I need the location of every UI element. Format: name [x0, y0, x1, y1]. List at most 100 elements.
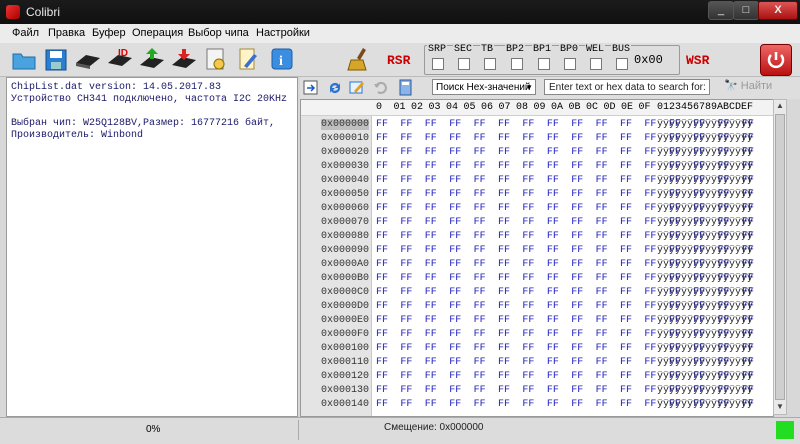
close-button[interactable]: X [758, 1, 798, 20]
hex-ascii[interactable]: ÿÿÿÿÿÿÿÿÿÿÿÿÿÿÿÿ [657, 231, 753, 242]
hex-row[interactable]: 0x000010 FF FF FF FF FF FF FF FF FF FF FF… [301, 131, 773, 145]
info-icon[interactable]: i [268, 46, 296, 73]
menu-settings[interactable]: Настройки [256, 27, 310, 39]
chip-id-icon[interactable]: ID [106, 46, 134, 73]
hex-column-header: 0D [603, 102, 616, 113]
scroll-down-icon[interactable]: ▼ [776, 402, 784, 411]
bit-bp2-checkbox[interactable] [511, 58, 523, 70]
save-icon[interactable] [42, 46, 70, 73]
hex-row[interactable]: 0x0000C0 FF FF FF FF FF FF FF FF FF FF FF… [301, 285, 773, 299]
title-bar[interactable]: Colibri _ □ X [0, 0, 800, 24]
rsr-label[interactable]: RSR [387, 53, 410, 68]
hex-ascii[interactable]: ÿÿÿÿÿÿÿÿÿÿÿÿÿÿÿÿ [657, 175, 753, 186]
hex-ascii[interactable]: ÿÿÿÿÿÿÿÿÿÿÿÿÿÿÿÿ [657, 301, 753, 312]
edit-cells-icon[interactable] [348, 79, 366, 96]
chip-read-icon[interactable] [74, 46, 102, 73]
window-title: Colibri [26, 5, 61, 19]
menu-edit[interactable]: Правка [48, 27, 85, 39]
scroll-thumb[interactable] [775, 114, 785, 400]
calculator-icon[interactable] [396, 79, 414, 96]
hex-row[interactable]: 0x000020 FF FF FF FF FF FF FF FF FF FF FF… [301, 145, 773, 159]
hex-column-header: 04 [446, 102, 459, 113]
hex-ascii[interactable]: ÿÿÿÿÿÿÿÿÿÿÿÿÿÿÿÿ [657, 357, 753, 368]
hex-address: 0x000030 [321, 161, 370, 172]
hex-ascii[interactable]: ÿÿÿÿÿÿÿÿÿÿÿÿÿÿÿÿ [657, 217, 753, 228]
hex-address: 0x000050 [321, 189, 370, 200]
edit-icon[interactable] [234, 46, 262, 73]
hex-row[interactable]: 0x0000E0 FF FF FF FF FF FF FF FF FF FF FF… [301, 313, 773, 327]
hex-row[interactable]: 0x000050 FF FF FF FF FF FF FF FF FF FF FF… [301, 187, 773, 201]
hex-row[interactable]: 0x000120 FF FF FF FF FF FF FF FF FF FF FF… [301, 369, 773, 383]
verify-icon[interactable] [202, 46, 230, 73]
hex-row[interactable]: 0x000080 FF FF FF FF FF FF FF FF FF FF FF… [301, 229, 773, 243]
hex-row[interactable]: 0x000030 FF FF FF FF FF FF FF FF FF FF FF… [301, 159, 773, 173]
hex-ascii[interactable]: ÿÿÿÿÿÿÿÿÿÿÿÿÿÿÿÿ [657, 189, 753, 200]
hex-ascii[interactable]: ÿÿÿÿÿÿÿÿÿÿÿÿÿÿÿÿ [657, 371, 753, 382]
hex-row[interactable]: 0x0000D0 FF FF FF FF FF FF FF FF FF FF FF… [301, 299, 773, 313]
hex-row[interactable]: 0x000110 FF FF FF FF FF FF FF FF FF FF FF… [301, 355, 773, 369]
hex-row[interactable]: 0x0000A0 FF FF FF FF FF FF FF FF FF FF FF… [301, 257, 773, 271]
menu-operation[interactable]: Операция [132, 27, 183, 39]
hex-address: 0x000140 [321, 399, 370, 410]
hex-row[interactable]: 0x000060 FF FF FF FF FF FF FF FF FF FF FF… [301, 201, 773, 215]
goto-address-icon[interactable] [302, 79, 320, 96]
hex-column-header: 05 [463, 102, 476, 113]
wsr-button[interactable]: WSR [686, 53, 709, 68]
undo-icon[interactable] [372, 79, 390, 96]
hex-ascii[interactable]: ÿÿÿÿÿÿÿÿÿÿÿÿÿÿÿÿ [657, 343, 753, 354]
maximize-button[interactable]: □ [733, 1, 759, 20]
hex-ascii[interactable]: ÿÿÿÿÿÿÿÿÿÿÿÿÿÿÿÿ [657, 161, 753, 172]
hex-address: 0x000040 [321, 175, 370, 186]
bit-wel-checkbox[interactable] [590, 58, 602, 70]
search-mode-select[interactable]: Поиск Hex-значений ▼ [432, 79, 536, 95]
power-icon [767, 52, 785, 69]
menu-file[interactable]: Файл [12, 27, 39, 39]
hex-row[interactable]: 0x0000F0 FF FF FF FF FF FF FF FF FF FF FF… [301, 327, 773, 341]
bit-bus-checkbox[interactable] [616, 58, 628, 70]
bit-bp0-checkbox[interactable] [564, 58, 576, 70]
broom-icon[interactable] [345, 46, 373, 73]
hex-ascii[interactable]: ÿÿÿÿÿÿÿÿÿÿÿÿÿÿÿÿ [657, 203, 753, 214]
find-button[interactable]: 🔭 Найти [724, 79, 772, 92]
scroll-up-icon[interactable]: ▲ [776, 101, 784, 110]
hex-scrollbar[interactable]: ▲ ▼ [773, 99, 787, 415]
hex-column-header: 0B [568, 102, 581, 113]
bit-sec-checkbox[interactable] [458, 58, 470, 70]
hex-row[interactable]: 0x000000 FF FF FF FF FF FF FF FF FF FF FF… [301, 117, 773, 131]
hex-ascii[interactable]: ÿÿÿÿÿÿÿÿÿÿÿÿÿÿÿÿ [657, 287, 753, 298]
hex-ascii[interactable]: ÿÿÿÿÿÿÿÿÿÿÿÿÿÿÿÿ [657, 273, 753, 284]
hex-row[interactable]: 0x000040 FF FF FF FF FF FF FF FF FF FF FF… [301, 173, 773, 187]
bit-bp1-checkbox[interactable] [538, 58, 550, 70]
refresh-icon[interactable] [326, 79, 344, 96]
menu-chip-select[interactable]: Выбор чипа [188, 27, 249, 39]
hex-row[interactable]: 0x000090 FF FF FF FF FF FF FF FF FF FF FF… [301, 243, 773, 257]
log-line: ChipList.dat version: 14.05.2017.83 [11, 82, 222, 93]
hex-column-header: 0F [638, 102, 651, 113]
hex-ascii[interactable]: ÿÿÿÿÿÿÿÿÿÿÿÿÿÿÿÿ [657, 133, 753, 144]
minimize-button[interactable]: _ [708, 1, 734, 20]
hex-row[interactable]: 0x000130 FF FF FF FF FF FF FF FF FF FF FF… [301, 383, 773, 397]
hex-ascii[interactable]: ÿÿÿÿÿÿÿÿÿÿÿÿÿÿÿÿ [657, 245, 753, 256]
hex-ascii[interactable]: ÿÿÿÿÿÿÿÿÿÿÿÿÿÿÿÿ [657, 399, 753, 410]
bit-tb-checkbox[interactable] [484, 58, 496, 70]
hex-ascii[interactable]: ÿÿÿÿÿÿÿÿÿÿÿÿÿÿÿÿ [657, 147, 753, 158]
log-line: Производитель: Winbond [11, 130, 144, 141]
open-folder-icon[interactable] [10, 46, 38, 73]
search-input[interactable]: Enter text or hex data to search for: [544, 79, 710, 95]
hex-row[interactable]: 0x000140 FF FF FF FF FF FF FF FF FF FF FF… [301, 397, 773, 411]
hex-ascii[interactable]: ÿÿÿÿÿÿÿÿÿÿÿÿÿÿÿÿ [657, 119, 753, 130]
hex-row[interactable]: 0x000100 FF FF FF FF FF FF FF FF FF FF FF… [301, 341, 773, 355]
power-button[interactable] [760, 44, 792, 76]
hex-ascii[interactable]: ÿÿÿÿÿÿÿÿÿÿÿÿÿÿÿÿ [657, 385, 753, 396]
hex-view[interactable]: 0 01 02 03 04 05 06 07 08 09 0A 0B 0C 0D 0E 0F 012345678… [300, 99, 774, 417]
hex-address: 0x000090 [321, 245, 370, 256]
hex-ascii[interactable]: ÿÿÿÿÿÿÿÿÿÿÿÿÿÿÿÿ [657, 315, 753, 326]
hex-row[interactable]: 0x0000B0 FF FF FF FF FF FF FF FF FF FF FF… [301, 271, 773, 285]
hex-ascii[interactable]: ÿÿÿÿÿÿÿÿÿÿÿÿÿÿÿÿ [657, 259, 753, 270]
bit-srp-checkbox[interactable] [432, 58, 444, 70]
hex-ascii[interactable]: ÿÿÿÿÿÿÿÿÿÿÿÿÿÿÿÿ [657, 329, 753, 340]
chip-erase-icon[interactable] [170, 46, 198, 73]
menu-buffer[interactable]: Буфер [92, 27, 126, 39]
hex-row[interactable]: 0x000070 FF FF FF FF FF FF FF FF FF FF FF… [301, 215, 773, 229]
chip-write-icon[interactable] [138, 46, 166, 73]
